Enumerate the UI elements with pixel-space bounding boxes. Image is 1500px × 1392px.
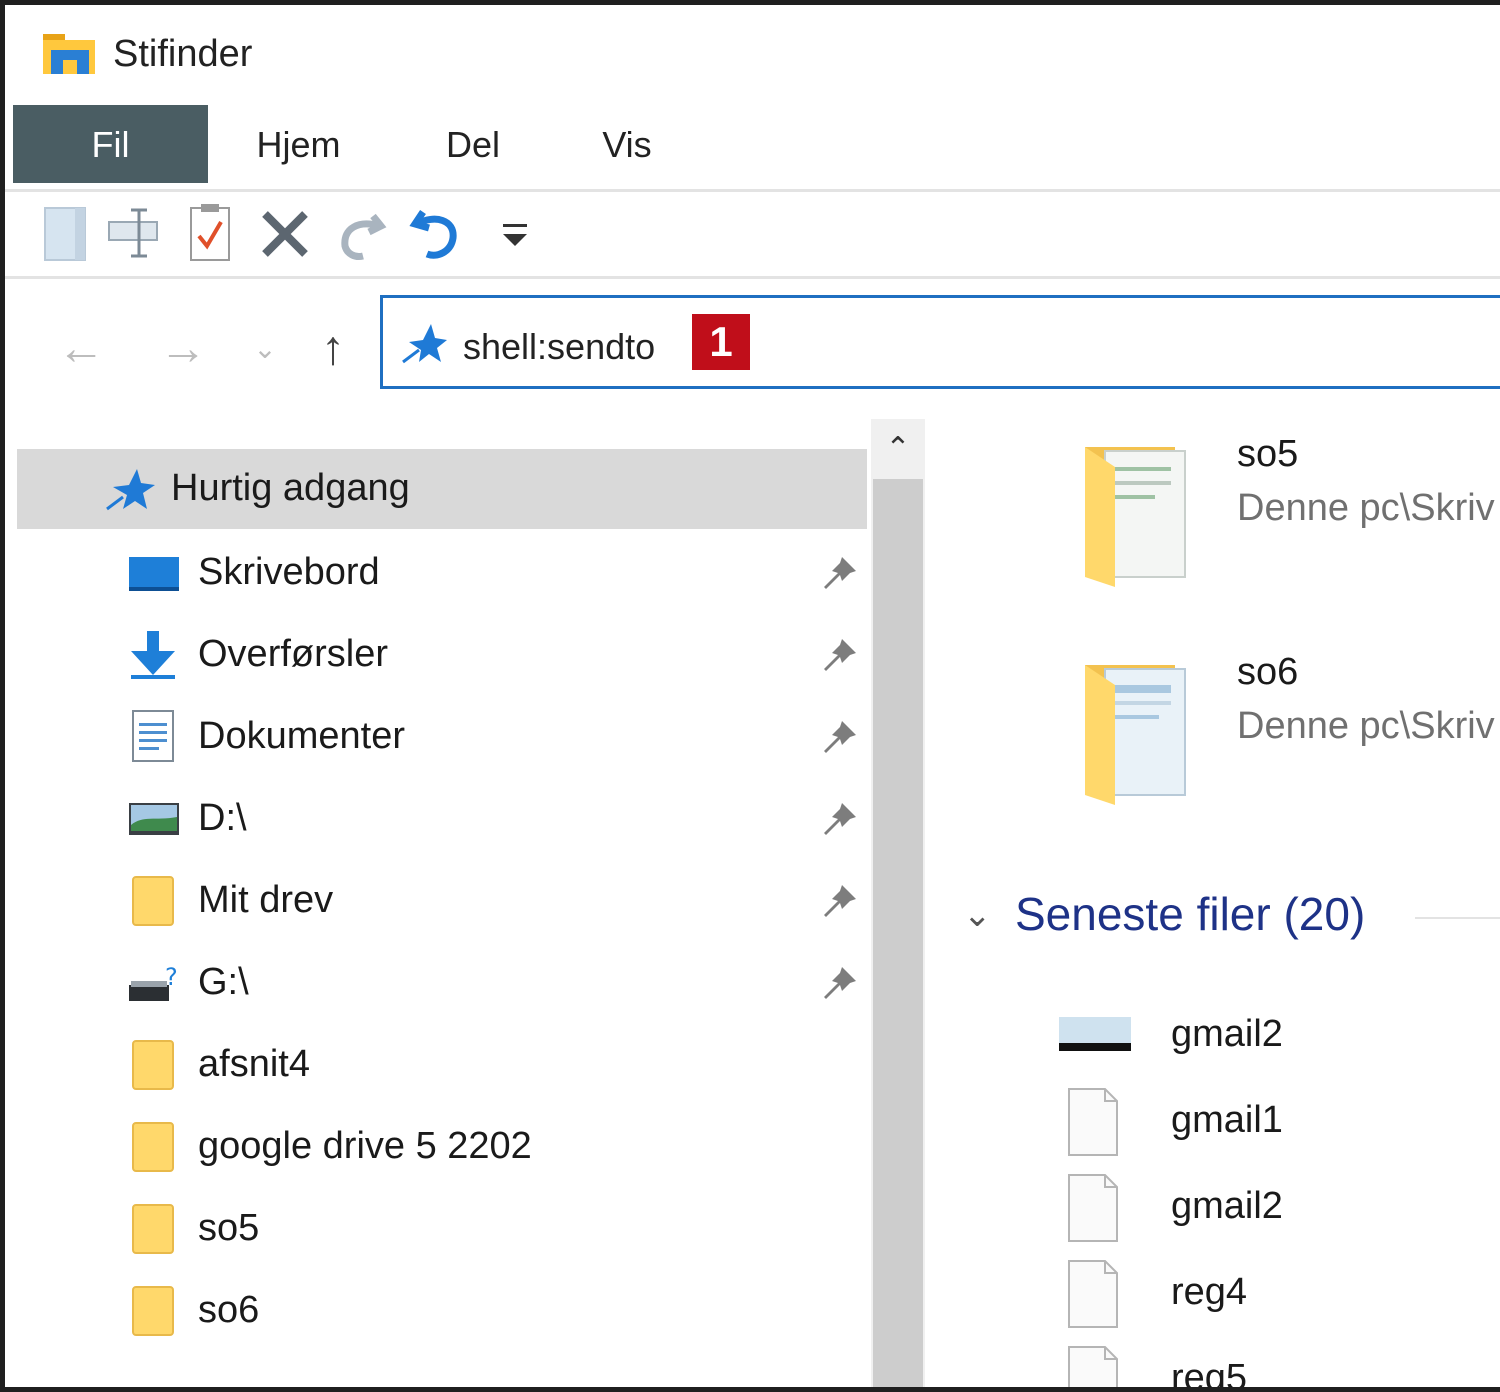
properties-icon[interactable] bbox=[35, 202, 99, 266]
blank-file-icon bbox=[1068, 1346, 1118, 1387]
pin-icon[interactable] bbox=[820, 553, 860, 593]
recent-locations-chevron-icon[interactable]: ⌄ bbox=[235, 319, 295, 379]
customize-toolbar-icon[interactable] bbox=[483, 202, 547, 266]
svg-text:?: ? bbox=[165, 963, 178, 991]
folder-name: so5 bbox=[1237, 433, 1299, 475]
explorer-window: Stifinder Fil Hjem Del Vis ← → ⌄ ↑ shell… bbox=[0, 0, 1500, 1392]
nav-item-label: google drive 5 2202 bbox=[198, 1125, 532, 1167]
tab-del[interactable]: Del bbox=[425, 105, 521, 183]
nav-item-label: G:\ bbox=[198, 961, 249, 1003]
nav-item-label: so6 bbox=[198, 1289, 260, 1331]
scroll-up-chevron-icon[interactable]: ⌃ bbox=[871, 419, 925, 479]
folder-icon bbox=[132, 876, 174, 926]
tab-vis[interactable]: Vis bbox=[585, 105, 669, 183]
blank-file-icon bbox=[1068, 1088, 1118, 1156]
nav-item-d-drive[interactable]: D:\ bbox=[5, 777, 870, 859]
recent-file-row[interactable]: gmail2 bbox=[935, 1165, 1500, 1251]
nav-item-dokumenter[interactable]: Dokumenter bbox=[5, 695, 870, 777]
download-icon bbox=[131, 631, 175, 679]
folder-path: Denne pc\Skriv bbox=[1237, 487, 1495, 529]
nav-item-afsnit4[interactable]: afsnit4 bbox=[5, 1023, 870, 1105]
forward-icon[interactable]: → bbox=[153, 319, 213, 379]
folder-tile-so6[interactable]: so6 Denne pc\Skriv bbox=[935, 639, 1500, 839]
quick-access-star-icon bbox=[402, 324, 447, 364]
rename-icon[interactable] bbox=[105, 202, 169, 266]
folder-name: so6 bbox=[1237, 651, 1299, 693]
desktop-icon bbox=[129, 557, 179, 591]
blank-file-icon bbox=[1068, 1260, 1118, 1328]
nav-item-g-drive[interactable]: ? G:\ bbox=[5, 941, 870, 1023]
pin-icon[interactable] bbox=[820, 717, 860, 757]
drive-icon bbox=[129, 803, 179, 835]
pin-icon[interactable] bbox=[820, 635, 860, 675]
nav-item-so5[interactable]: so5 bbox=[5, 1187, 870, 1269]
select-all-icon[interactable] bbox=[177, 202, 241, 266]
quick-access-toolbar bbox=[5, 192, 1500, 279]
recent-file-row[interactable]: reg4 bbox=[935, 1251, 1500, 1337]
folder-icon bbox=[132, 1122, 174, 1172]
recent-file-name: reg4 bbox=[1171, 1271, 1248, 1313]
pin-icon[interactable] bbox=[820, 881, 860, 921]
folder-tile-so5[interactable]: so5 Denne pc\Skriv bbox=[935, 421, 1500, 621]
section-divider bbox=[1415, 917, 1500, 919]
undo-icon[interactable] bbox=[405, 202, 469, 266]
recent-file-name: reg5 bbox=[1171, 1357, 1248, 1392]
nav-item-google-drive[interactable]: google drive 5 2202 bbox=[5, 1105, 870, 1187]
step-badge: 1 bbox=[692, 314, 750, 370]
nav-scrollbar[interactable]: ⌃ bbox=[871, 419, 925, 1387]
nav-item-mit-drev[interactable]: Mit drev bbox=[5, 859, 870, 941]
pin-icon[interactable] bbox=[820, 963, 860, 1003]
blank-file-icon bbox=[1068, 1174, 1118, 1242]
quick-access-header[interactable]: Hurtig adgang bbox=[17, 449, 867, 529]
content-pane: so5 Denne pc\Skriv so6 Denne pc\Skriv ⌄ … bbox=[935, 409, 1500, 1392]
nav-item-so6[interactable]: so6 bbox=[5, 1269, 870, 1351]
quick-access-label: Hurtig adgang bbox=[171, 467, 410, 509]
address-input[interactable]: shell:sendto bbox=[463, 326, 655, 368]
collapse-chevron-icon[interactable]: ⌄ bbox=[963, 895, 992, 935]
navigation-pane: Hurtig adgang Skrivebord Overførsler Dok… bbox=[5, 419, 870, 1387]
network-drive-icon: ? bbox=[129, 963, 178, 1001]
recent-files-section-header[interactable]: ⌄ Seneste filer (20) bbox=[935, 881, 1500, 951]
nav-item-label: Overførsler bbox=[198, 633, 388, 675]
title-bar: Stifinder bbox=[5, 5, 1500, 105]
recent-file-name: gmail2 bbox=[1171, 1185, 1283, 1227]
recent-file-name: gmail1 bbox=[1171, 1099, 1283, 1141]
window-title: Stifinder bbox=[113, 33, 253, 75]
folder-path: Denne pc\Skriv bbox=[1237, 705, 1495, 747]
nav-item-label: D:\ bbox=[198, 797, 247, 839]
folder-icon bbox=[132, 1286, 174, 1336]
nav-item-overforsler[interactable]: Overførsler bbox=[5, 613, 870, 695]
back-icon[interactable]: ← bbox=[51, 319, 111, 379]
nav-item-label: Mit drev bbox=[198, 879, 334, 921]
quick-access-star-icon bbox=[106, 469, 155, 511]
file-explorer-icon bbox=[43, 34, 95, 74]
pin-icon[interactable] bbox=[820, 799, 860, 839]
nav-item-skrivebord[interactable]: Skrivebord bbox=[5, 531, 870, 613]
up-arrow-icon[interactable]: ↑ bbox=[303, 319, 363, 379]
folder-icon bbox=[132, 1204, 174, 1254]
nav-item-label: Dokumenter bbox=[198, 715, 405, 757]
recent-file-row[interactable]: reg5 bbox=[935, 1337, 1500, 1392]
folder-icon bbox=[1085, 665, 1186, 805]
tab-fil[interactable]: Fil bbox=[13, 105, 208, 183]
address-bar[interactable]: shell:sendto 1 bbox=[380, 295, 1500, 389]
documents-icon bbox=[132, 710, 174, 762]
tab-hjem[interactable]: Hjem bbox=[241, 105, 356, 183]
address-row: ← → ⌄ ↑ shell:sendto 1 bbox=[5, 279, 1500, 409]
ribbon-tabs: Fil Hjem Del Vis bbox=[5, 105, 1500, 192]
recent-files-title: Seneste filer (20) bbox=[1015, 888, 1366, 940]
recent-file-row[interactable]: gmail1 bbox=[935, 1079, 1500, 1165]
scroll-thumb[interactable] bbox=[873, 479, 923, 1387]
folder-icon bbox=[132, 1040, 174, 1090]
nav-item-label: so5 bbox=[198, 1207, 260, 1249]
nav-item-label: Skrivebord bbox=[198, 551, 380, 593]
nav-item-label: afsnit4 bbox=[198, 1043, 310, 1085]
folder-icon bbox=[1085, 447, 1186, 587]
recent-file-name: gmail2 bbox=[1171, 1013, 1283, 1055]
delete-icon[interactable] bbox=[253, 202, 317, 266]
image-file-icon bbox=[1059, 1017, 1131, 1051]
recent-file-row[interactable]: gmail2 bbox=[935, 993, 1500, 1079]
redo-icon[interactable] bbox=[329, 202, 393, 266]
